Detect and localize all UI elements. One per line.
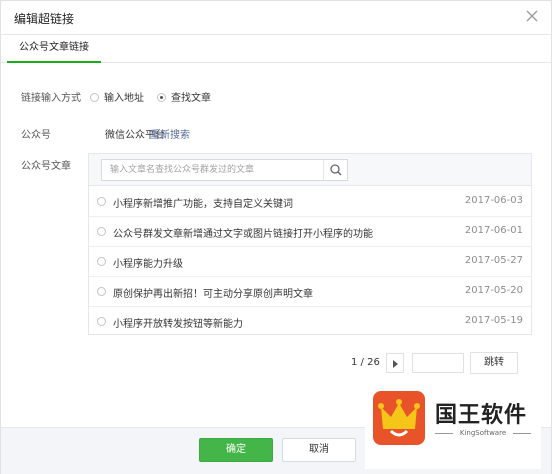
article-title: 原创保护再出新招！可主动分享原创声明文章 [113,289,313,300]
watermark-name: 国王软件 [435,403,528,428]
article-item[interactable]: 原创保护再出新招！可主动分享原创声明文章 2017-05-20 [89,277,531,307]
article-title: 小程序新增推广功能，支持自定义关键词 [113,199,293,210]
article-date: 2017-06-03 [464,195,523,206]
watermark: 国王软件 KingSoftware [365,383,541,469]
crown-logo-icon [373,391,425,445]
article-title: 小程序能力升级 [113,259,183,270]
research-link[interactable]: 重新搜索 [150,126,190,141]
article-title: 公众号群发文章新增通过文字或图片链接打开小程序的功能 [113,229,373,240]
tab-bar: 公众号文章链接 [1,35,551,63]
next-page-button[interactable] [386,353,404,373]
radio-icon [90,93,99,102]
radio-icon [97,227,106,236]
search-button[interactable] [323,160,347,180]
page-jump-input[interactable] [412,353,464,373]
watermark-subtitle: KingSoftware [435,429,531,437]
search-input[interactable] [102,160,324,180]
tab-article-link[interactable]: 公众号文章链接 [7,35,101,63]
radio-checked-icon [157,93,166,102]
account-label: 公众号 [21,130,51,141]
article-item[interactable]: 小程序开放转发按钮等新能力 2017-05-19 [89,307,531,337]
search-bar [89,154,531,186]
article-title: 小程序开放转发按钮等新能力 [113,319,243,330]
confirm-button[interactable]: 确定 [199,438,273,462]
radio-icon [97,287,106,296]
radio-find-article-label: 查找文章 [171,93,211,104]
article-panel: 小程序新增推广功能，支持自定义关键词 2017-06-03 公众号群发文章新增通… [88,153,532,335]
article-date: 2017-05-27 [464,255,523,266]
link-method-label: 链接输入方式 [21,93,81,104]
radio-find-article[interactable]: 查找文章 [157,89,211,104]
radio-icon [97,257,106,266]
article-item[interactable]: 小程序新增推广功能，支持自定义关键词 2017-06-03 [89,187,531,217]
article-item[interactable]: 公众号群发文章新增通过文字或图片链接打开小程序的功能 2017-06-01 [89,217,531,247]
radio-icon [97,317,106,326]
radio-icon [97,197,106,206]
radio-enter-url[interactable]: 输入地址 [90,89,144,104]
article-date: 2017-05-19 [464,315,523,326]
search-icon [330,164,342,176]
close-icon[interactable] [525,9,539,23]
edit-hyperlink-dialog: 编辑超链接 公众号文章链接 链接输入方式 输入地址 查找文章 公众号 微信公众平… [0,0,552,474]
dialog-header: 编辑超链接 [1,1,551,35]
article-date: 2017-05-20 [464,285,523,296]
article-date: 2017-06-01 [464,225,523,236]
page-indicator: 1 / 26 [351,357,380,368]
dialog-title: 编辑超链接 [14,12,75,26]
articles-label: 公众号文章 [21,161,71,172]
jump-button[interactable]: 跳转 [470,352,518,374]
article-item[interactable]: 小程序能力升级 2017-05-27 [89,247,531,277]
cancel-button[interactable]: 取消 [282,438,356,462]
search-box [101,159,348,181]
radio-enter-url-label: 输入地址 [104,93,144,104]
